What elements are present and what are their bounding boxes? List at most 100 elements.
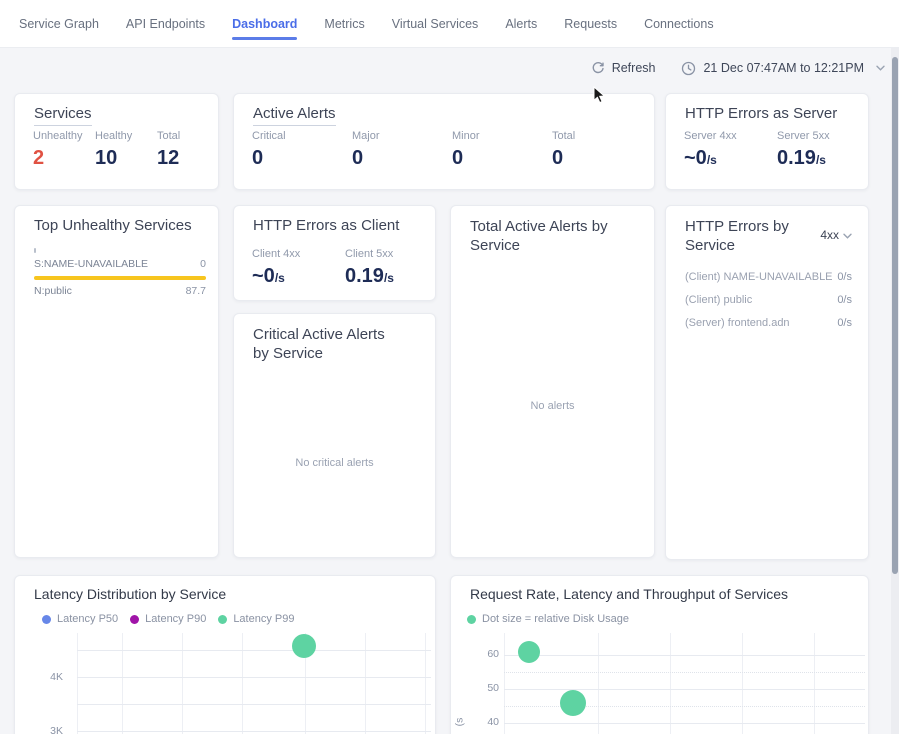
time-range-label: 21 Dec 07:47AM to 12:21PM (703, 61, 864, 75)
legend-dot (42, 615, 51, 624)
gridline (742, 633, 743, 734)
metric-label: Critical (252, 130, 352, 142)
active-alerts-card-title: Active Alerts (253, 105, 336, 126)
list-item[interactable]: (Client) NAME-UNAVAILABLE 0/s (685, 266, 852, 289)
empty-state-message: No alerts (451, 400, 654, 412)
http-errors-client-card: HTTP Errors as Client Client 4xx ~0/s Cl… (233, 205, 436, 301)
scatter-point (292, 634, 316, 658)
chevron-down-icon (876, 65, 885, 71)
critical-alerts-card: Critical Active Alerts by Service No cri… (233, 313, 436, 558)
error-rate: 0/s (837, 317, 852, 329)
service-name: S:NAME-UNAVAILABLE (34, 258, 148, 270)
metric-label: Unhealthy (33, 130, 95, 142)
tab-dashboard[interactable]: Dashboard (232, 0, 297, 48)
legend-item-p90[interactable]: Latency P90 (130, 613, 206, 625)
metric-critical: Critical 0 (252, 130, 352, 170)
metric-value: 10 (95, 147, 157, 170)
service-name: (Client) public (685, 294, 752, 306)
time-range-picker[interactable]: 21 Dec 07:47AM to 12:21PM (681, 61, 885, 76)
scatter-plot-latency[interactable] (77, 633, 431, 734)
gridline (504, 723, 865, 724)
tab-virtual-services[interactable]: Virtual Services (392, 0, 479, 48)
gridline (77, 704, 431, 705)
metric-value: 2 (33, 147, 95, 170)
legend-label: Latency P90 (145, 613, 206, 625)
gridline (504, 706, 865, 707)
service-name: (Server) frontend.adn (685, 317, 790, 329)
tab-service-graph[interactable]: Service Graph (19, 0, 99, 48)
legend-label: Latency P50 (57, 613, 118, 625)
metric-value: ~0/s (684, 147, 777, 170)
metric-label: Total (157, 130, 219, 142)
metric-value: 0 (452, 147, 552, 170)
list-item[interactable]: (Server) frontend.adn 0/s (685, 312, 852, 335)
http-by-service-card-title: HTTP Errors by Service (685, 217, 807, 255)
gridline (670, 633, 671, 734)
refresh-button[interactable]: Refresh (591, 61, 656, 75)
tab-requests[interactable]: Requests (564, 0, 617, 48)
metric-value: 0 (352, 147, 452, 170)
metric-client-4xx: Client 4xx ~0/s (252, 248, 345, 288)
legend-item-p50[interactable]: Latency P50 (42, 613, 118, 625)
http-client-card-title: HTTP Errors as Client (253, 217, 399, 234)
legend-item-disk-usage[interactable]: Dot size = relative Disk Usage (467, 613, 629, 625)
metric-value: 0 (552, 147, 652, 170)
chart-title: Request Rate, Latency and Throughput of … (470, 586, 788, 602)
http-errors-list: (Client) NAME-UNAVAILABLE 0/s (Client) p… (685, 266, 852, 335)
service-health-bar (34, 276, 206, 280)
services-metrics: Unhealthy 2 Healthy 10 Total 12 (33, 130, 219, 170)
chart-title: Latency Distribution by Service (34, 586, 226, 602)
http-errors-by-service-card: HTTP Errors by Service 4xx (Client) NAME… (665, 205, 869, 560)
tab-alerts[interactable]: Alerts (505, 0, 537, 48)
list-item[interactable]: S:NAME-UNAVAILABLE 0 (34, 256, 206, 274)
top-nav: Service Graph API Endpoints Dashboard Me… (0, 0, 899, 48)
scrollbar-thumb[interactable] (892, 57, 898, 574)
tab-api-endpoints[interactable]: API Endpoints (126, 0, 205, 48)
gridline (182, 633, 183, 734)
y-axis-tick: 60 (471, 648, 499, 660)
metric-label: Minor (452, 130, 552, 142)
top-unhealthy-card-title: Top Unhealthy Services (34, 217, 192, 234)
http-client-metrics: Client 4xx ~0/s Client 5xx 0.19/s (252, 248, 438, 288)
y-axis-tick: 50 (471, 682, 499, 694)
legend-item-p99[interactable]: Latency P99 (218, 613, 294, 625)
gridline (504, 689, 865, 690)
empty-state-message: No critical alerts (234, 457, 435, 469)
mouse-cursor (593, 86, 606, 109)
top-unhealthy-list: S:NAME-UNAVAILABLE 0 N:public 87.7 (34, 246, 206, 301)
gridline (77, 731, 431, 732)
gridline (504, 672, 865, 673)
total-alerts-card-title: Total Active Alerts by Service (470, 217, 630, 255)
metric-unhealthy: Unhealthy 2 (33, 130, 95, 170)
tab-metrics[interactable]: Metrics (324, 0, 364, 48)
total-alerts-card: Total Active Alerts by Service No alerts (450, 205, 655, 558)
http-server-metrics: Server 4xx ~0/s Server 5xx 0.19/s (684, 130, 870, 170)
legend-dot (467, 615, 476, 624)
chart-legend: Dot size = relative Disk Usage (467, 613, 629, 625)
gridline (77, 650, 431, 651)
error-type-dropdown[interactable]: 4xx (820, 226, 852, 244)
metric-total: Total 12 (157, 130, 219, 170)
list-item[interactable]: (Client) public 0/s (685, 289, 852, 312)
gridline (242, 633, 243, 734)
scatter-plot-request[interactable] (504, 633, 865, 734)
services-card: Services Unhealthy 2 Healthy 10 Total 12 (14, 93, 219, 190)
service-value: 0 (200, 258, 206, 270)
request-rate-card: Request Rate, Latency and Throughput of … (450, 575, 869, 734)
metric-minor: Minor 0 (452, 130, 552, 170)
tab-connections[interactable]: Connections (644, 0, 714, 48)
metric-alert-total: Total 0 (552, 130, 652, 170)
services-card-title: Services (34, 105, 92, 126)
gridline (814, 633, 815, 734)
refresh-icon (591, 61, 605, 75)
y-axis-label: (s (453, 718, 465, 727)
toolbar: Refresh 21 Dec 07:47AM to 12:21PM (0, 50, 885, 86)
metric-value: 0 (252, 147, 352, 170)
service-name: (Client) NAME-UNAVAILABLE (685, 271, 833, 283)
metric-label: Server 4xx (684, 130, 777, 142)
list-item[interactable]: N:public 87.7 (34, 283, 206, 301)
metric-major: Major 0 (352, 130, 452, 170)
legend-label: Latency P99 (233, 613, 294, 625)
gridline (77, 633, 78, 734)
y-axis-tick: 3K (37, 725, 63, 734)
